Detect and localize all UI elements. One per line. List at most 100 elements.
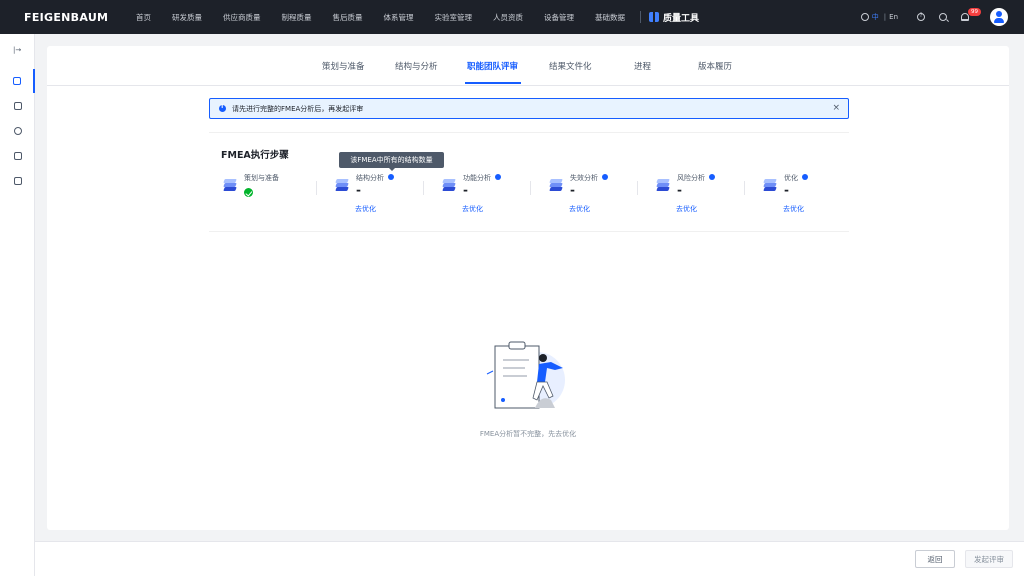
nav-system-management[interactable]: 体系管理 <box>384 12 414 23</box>
nav-equipment-management[interactable]: 设备管理 <box>544 12 574 23</box>
step-label: 功能分析 <box>463 173 501 183</box>
tab-progress[interactable]: 进程 <box>634 60 651 72</box>
top-nav-bar: FEIGENBAUM 首页 研发质量 供应商质量 制程质量 售后质量 体系管理 … <box>0 0 1024 34</box>
sidebar-item-fmea[interactable] <box>0 69 35 93</box>
alert-message: 请先进行完整的FMEA分析后，再发起评审 <box>232 104 364 113</box>
fmea-steps-panel: FMEA执行步骤 策划与准备 结构分析 - 去优化 功能分析 - 去优化 失效分… <box>209 132 849 232</box>
notification-badge: 99 <box>968 8 981 16</box>
globe-icon <box>860 13 869 21</box>
nav-process-quality[interactable]: 制程质量 <box>282 12 312 23</box>
step-label: 优化 <box>784 173 808 183</box>
tab-planning[interactable]: 策划与准备 <box>322 60 365 72</box>
step-divider <box>423 181 424 195</box>
step-value: - <box>784 183 789 197</box>
info-icon <box>219 104 226 112</box>
lang-zh[interactable]: 中 <box>872 12 879 22</box>
tab-result-docs[interactable]: 结果文件化 <box>549 60 592 72</box>
step-value: - <box>677 183 682 197</box>
active-tab-indicator <box>465 82 521 84</box>
step-label: 结构分析 <box>356 173 394 183</box>
tab-structure-analysis[interactable]: 结构与分析 <box>395 60 438 72</box>
footer-bar: 返回 发起评审 <box>35 541 1024 576</box>
tab-bar: 策划与准备 结构与分析 职能团队评审 结果文件化 进程 版本履历 <box>47 46 1009 86</box>
failure-icon <box>549 179 563 191</box>
tab-version-history[interactable]: 版本履历 <box>698 60 732 72</box>
nav-rd-quality[interactable]: 研发质量 <box>172 12 202 23</box>
info-alert: 请先进行完整的FMEA分析后，再发起评审 × <box>209 98 849 119</box>
toolbox-icon <box>649 12 659 22</box>
steps-title: FMEA执行步骤 <box>221 150 289 161</box>
optimize-link[interactable]: 去优化 <box>676 204 697 214</box>
close-icon[interactable]: × <box>832 103 840 113</box>
structure-icon <box>335 179 349 191</box>
search-icon[interactable] <box>939 13 947 21</box>
collapse-sidebar-icon[interactable]: |→ <box>13 46 21 54</box>
step-value: - <box>356 183 361 197</box>
step-label: 风险分析 <box>677 173 715 183</box>
back-button[interactable]: 返回 <box>915 550 955 568</box>
optimize-icon <box>763 179 777 191</box>
main-card: 策划与准备 结构与分析 职能团队评审 结果文件化 进程 版本履历 请先进行完整的… <box>47 46 1009 530</box>
step-value: - <box>463 183 468 197</box>
structure-count-tooltip: 该FMEA中所有的结构数量 <box>339 152 444 171</box>
lang-divider: | <box>883 13 887 21</box>
help-icon[interactable] <box>917 12 925 21</box>
question-icon[interactable] <box>802 174 808 180</box>
quality-tools-label: 质量工具 <box>663 13 700 24</box>
sidebar-item-trend[interactable] <box>0 144 35 168</box>
report-icon <box>13 177 22 185</box>
empty-state-illustration <box>486 341 565 409</box>
step-divider <box>530 181 531 195</box>
nav-lab-management[interactable]: 实验室管理 <box>435 12 473 23</box>
tab-team-review[interactable]: 职能团队评审 <box>467 60 518 72</box>
sidebar-item-chart[interactable] <box>0 94 35 118</box>
empty-state-message: FMEA分析暂不完整，先去优化 <box>479 430 577 438</box>
lang-en[interactable]: En <box>889 13 898 21</box>
sidebar-item-report[interactable] <box>0 169 35 193</box>
layers-icon <box>223 179 237 191</box>
optimize-link[interactable]: 去优化 <box>355 204 376 214</box>
user-avatar[interactable] <box>990 8 1008 26</box>
step-planning: 策划与准备 <box>223 173 323 223</box>
step-function-analysis: 功能分析 - 去优化 <box>442 173 542 223</box>
bell-icon[interactable]: 99 <box>961 8 981 21</box>
magnifier-icon <box>13 127 22 135</box>
nav-supplier-quality[interactable]: 供应商质量 <box>223 12 261 23</box>
main-nav: 首页 研发质量 供应商质量 制程质量 售后质量 体系管理 实验室管理 人员资质 … <box>136 11 699 24</box>
step-divider <box>637 181 638 195</box>
question-icon[interactable] <box>709 174 715 180</box>
header-actions: 中 | En 99 <box>860 0 1008 34</box>
sidebar-item-search[interactable] <box>0 119 35 143</box>
function-icon <box>442 179 456 191</box>
nav-home[interactable]: 首页 <box>136 12 151 23</box>
step-optimization: 优化 - 去优化 <box>763 173 863 223</box>
step-value: - <box>570 183 575 197</box>
document-icon <box>12 77 21 85</box>
question-icon[interactable] <box>388 174 394 180</box>
question-icon[interactable] <box>602 174 608 180</box>
step-risk-analysis: 风险分析 - 去优化 <box>656 173 756 223</box>
nav-aftersales-quality[interactable]: 售后质量 <box>333 12 363 23</box>
optimize-link[interactable]: 去优化 <box>462 204 483 214</box>
trend-icon <box>13 152 22 160</box>
step-label: 失效分析 <box>570 173 608 183</box>
sidebar: |→ <box>0 34 35 576</box>
step-label: 策划与准备 <box>244 174 279 182</box>
brand-logo[interactable]: FEIGENBAUM <box>24 11 124 24</box>
language-switch[interactable]: 中 | En <box>860 12 898 22</box>
optimize-link[interactable]: 去优化 <box>569 204 590 214</box>
start-review-button[interactable]: 发起评审 <box>965 550 1013 568</box>
step-failure-analysis: 失效分析 - 去优化 <box>549 173 649 223</box>
step-divider <box>316 181 317 195</box>
step-structure-analysis: 结构分析 - 去优化 <box>335 173 435 223</box>
step-divider <box>744 181 745 195</box>
nav-divider <box>640 11 641 23</box>
nav-personnel-qualification[interactable]: 人员资质 <box>493 12 523 23</box>
quality-tools-menu[interactable]: 质量工具 <box>649 11 699 24</box>
check-icon <box>244 188 253 197</box>
risk-icon <box>656 179 670 191</box>
chart-icon <box>13 102 22 110</box>
nav-basic-data[interactable]: 基础数据 <box>595 12 625 23</box>
optimize-link[interactable]: 去优化 <box>783 204 804 214</box>
question-icon[interactable] <box>495 174 501 180</box>
